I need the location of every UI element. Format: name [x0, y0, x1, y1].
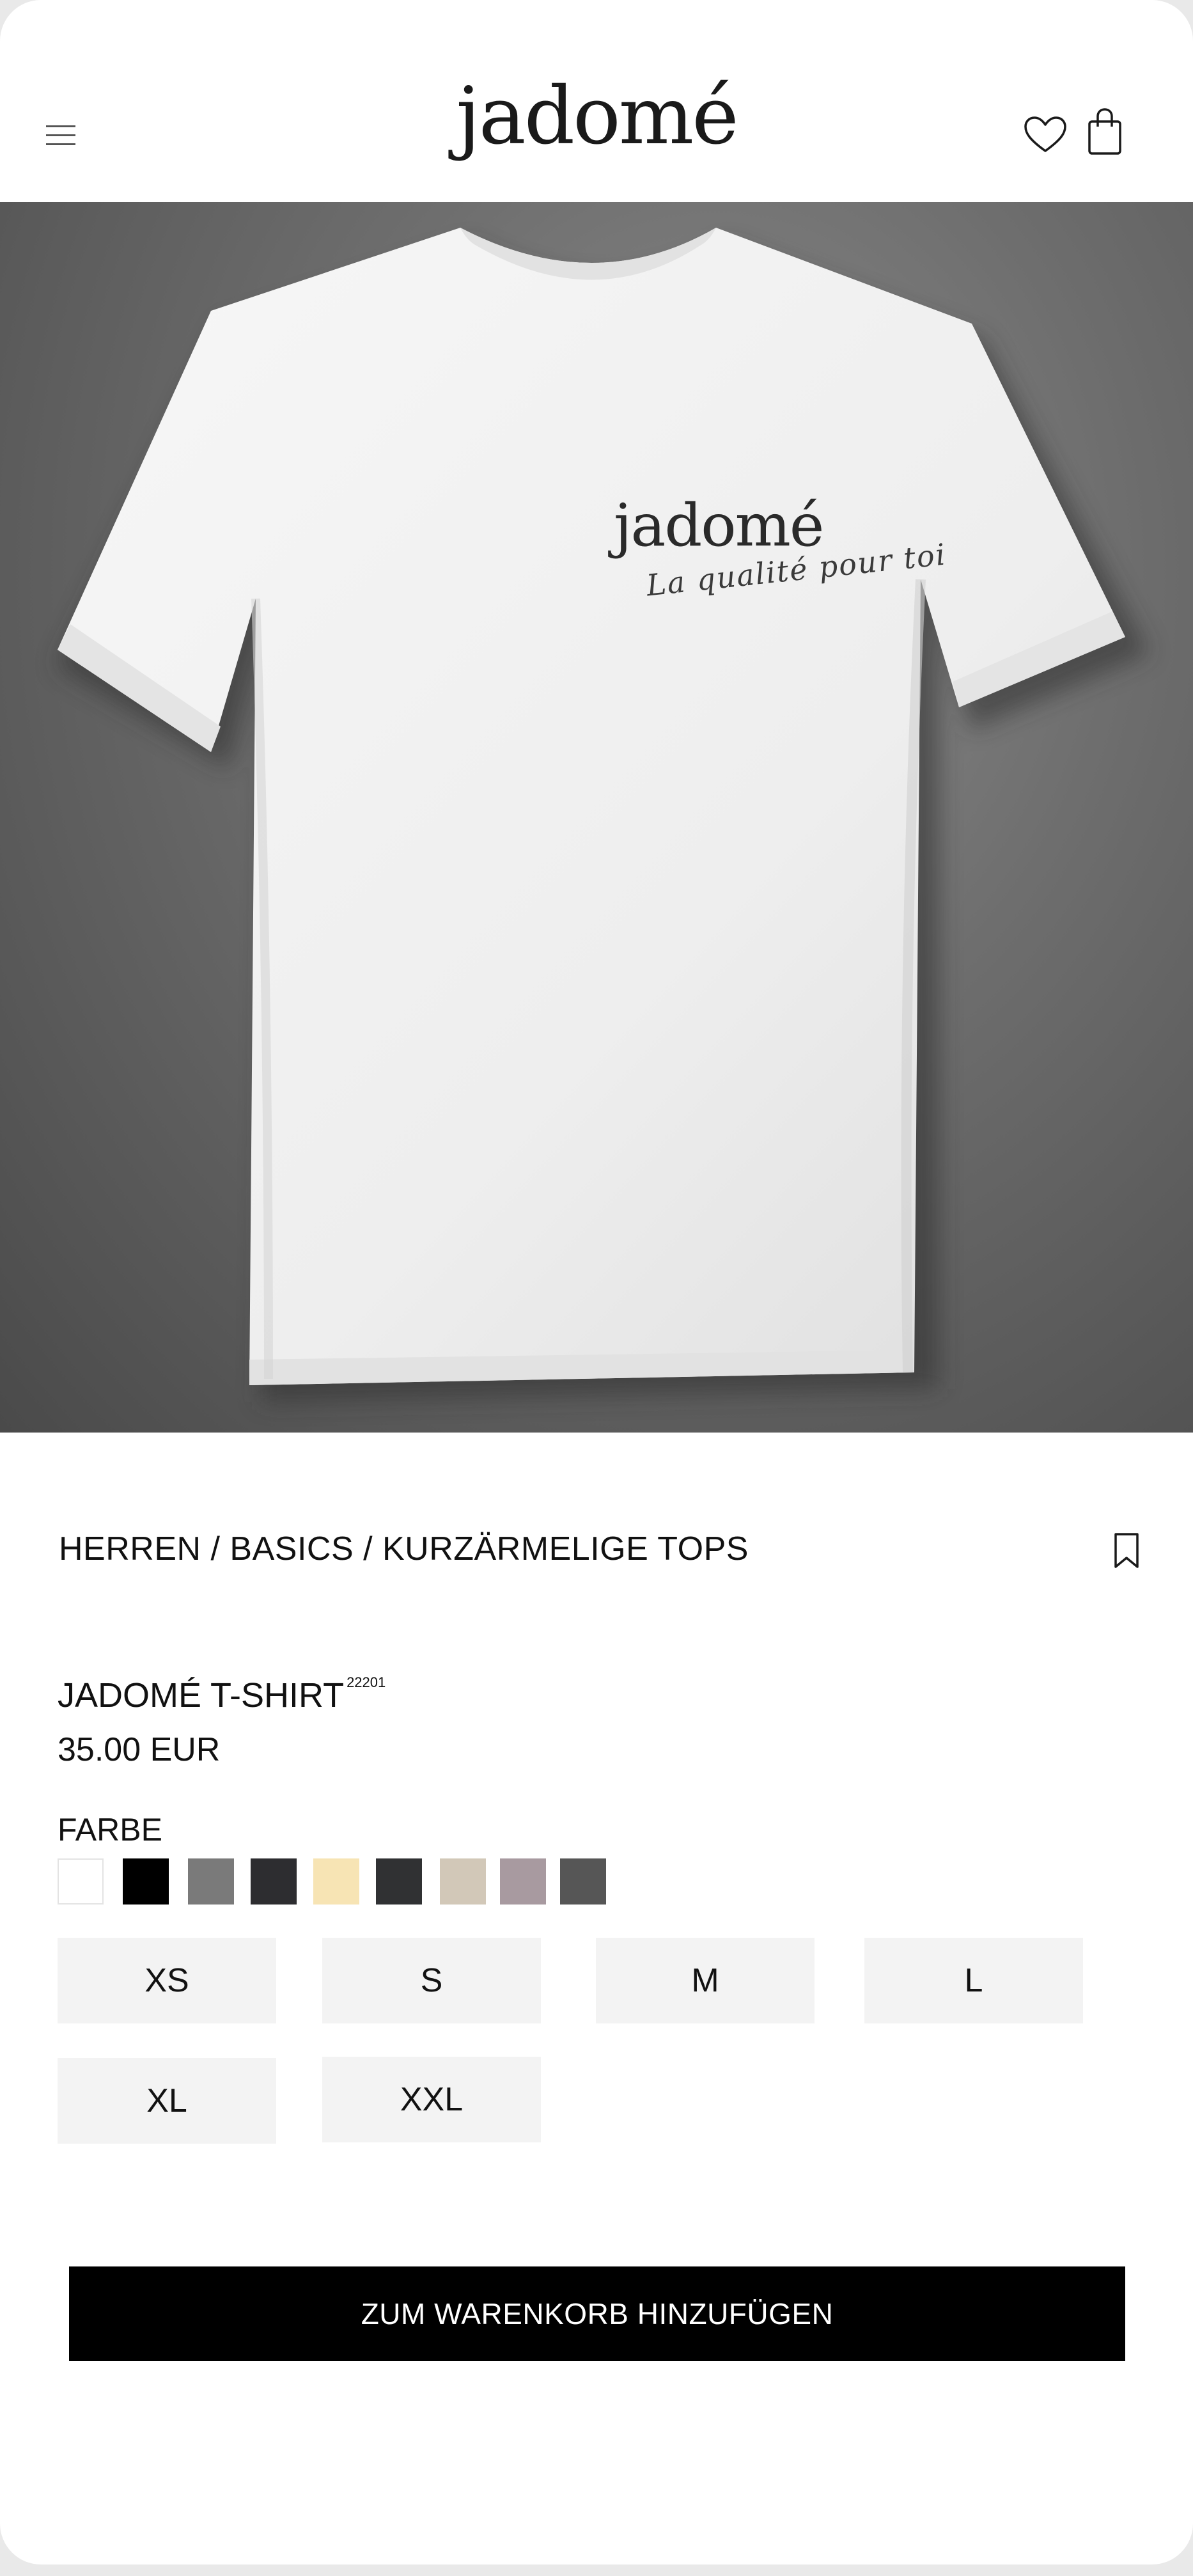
heart-icon[interactable] — [1023, 115, 1068, 155]
size-m-button[interactable]: M — [596, 1938, 815, 2023]
phone-frame: jadomé jadomé La qualité pour toi HERREN… — [0, 0, 1193, 2564]
product-price: 35.00 EUR — [58, 1731, 221, 1768]
product-title-text: JADOMÉ T-SHIRT — [58, 1676, 345, 1715]
size-l-button[interactable]: L — [864, 1938, 1083, 2023]
shopping-bag-icon[interactable] — [1087, 107, 1123, 156]
product-image: jadomé La qualité pour toi — [0, 202, 1193, 1433]
color-swatch-charcoal[interactable] — [376, 1858, 422, 1905]
color-label: FARBE — [58, 1812, 162, 1848]
shirt-print-logo: jadomé — [614, 491, 824, 560]
color-swatch-grey[interactable] — [188, 1858, 234, 1905]
bookmark-icon[interactable] — [1112, 1532, 1141, 1570]
color-swatch-beige[interactable] — [440, 1858, 486, 1905]
color-swatch-cream[interactable] — [313, 1858, 359, 1905]
product-sku: 22201 — [347, 1674, 386, 1690]
breadcrumb[interactable]: HERREN / BASICS / KURZÄRMELIGE TOPS — [59, 1530, 749, 1568]
size-xxl-button[interactable]: XXL — [322, 2057, 541, 2142]
brand-logo[interactable]: jadomé — [0, 77, 1193, 156]
add-to-cart-button[interactable]: ZUM WARENKORB HINZUFÜGEN — [69, 2266, 1125, 2361]
header: jadomé — [0, 0, 1193, 202]
tshirt-illustration — [56, 228, 1150, 1402]
color-swatch-dark-grey[interactable] — [560, 1858, 606, 1905]
color-swatch-mauve[interactable] — [500, 1858, 546, 1905]
size-s-button[interactable]: S — [322, 1938, 541, 2023]
color-swatch-white[interactable] — [58, 1858, 104, 1905]
color-swatch-black[interactable] — [123, 1858, 169, 1905]
size-xs-button[interactable]: XS — [58, 1938, 276, 2023]
product-title: JADOMÉ T-SHIRT 22201 — [58, 1674, 386, 1715]
size-xl-button[interactable]: XL — [58, 2058, 276, 2144]
color-swatch-anthracite[interactable] — [251, 1858, 297, 1905]
